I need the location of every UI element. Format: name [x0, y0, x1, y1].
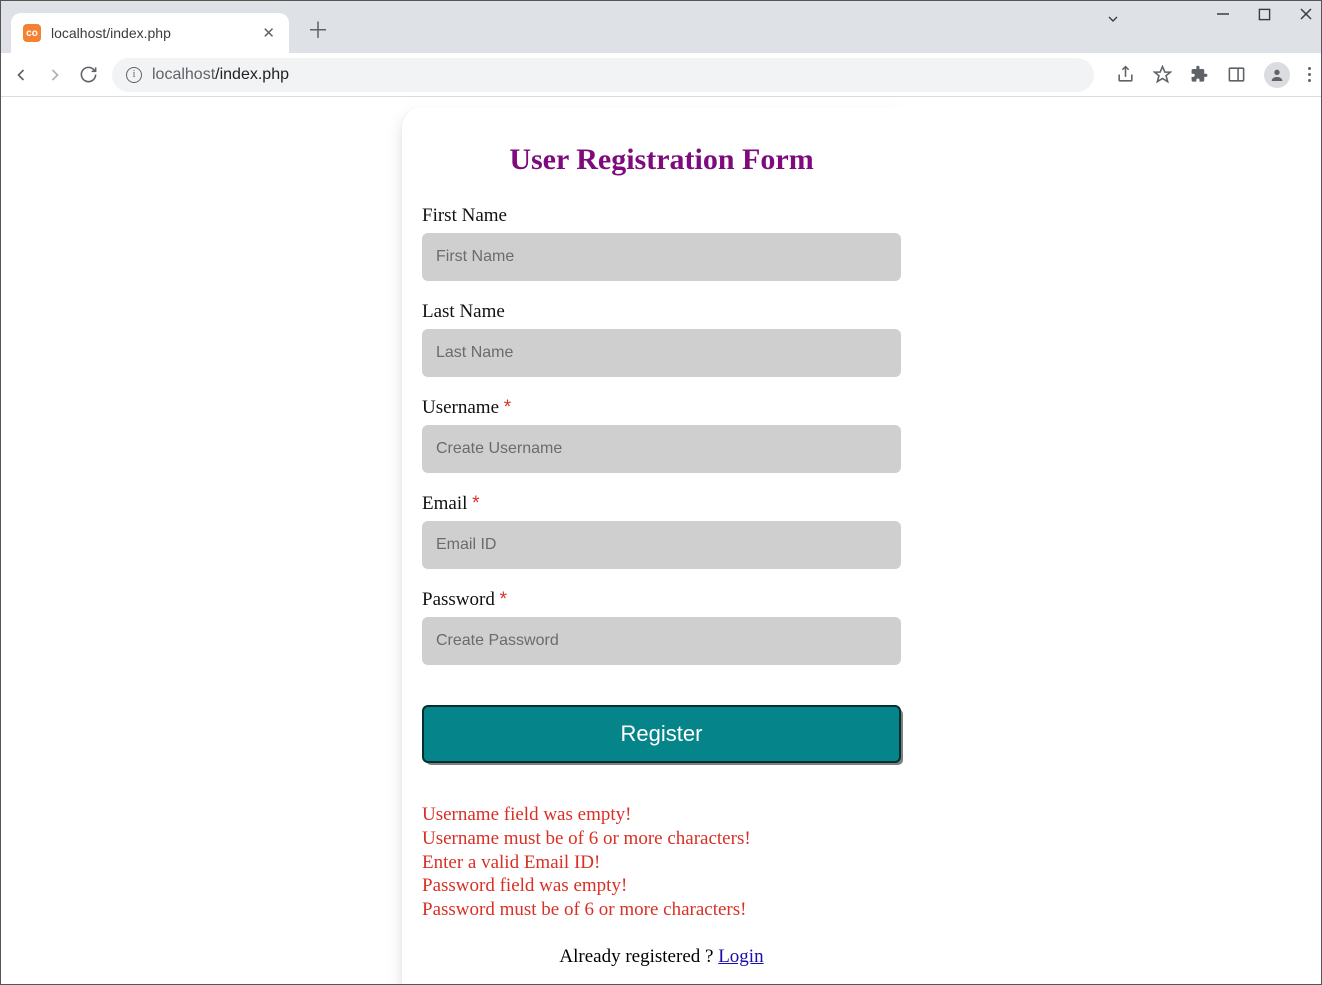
field-first-name: First Name — [422, 205, 901, 281]
error-message: Password must be of 6 or more characters… — [422, 898, 901, 922]
browser-tab-title: localhost/index.php — [51, 25, 260, 41]
first-name-label: First Name — [422, 205, 901, 227]
username-input[interactable] — [422, 425, 901, 473]
field-last-name: Last Name — [422, 301, 901, 377]
minimize-window-icon[interactable] — [1216, 7, 1230, 21]
first-name-input[interactable] — [422, 233, 901, 281]
extensions-puzzle-icon[interactable] — [1190, 65, 1209, 84]
tab-search-chevron-icon[interactable] — [1105, 11, 1121, 27]
register-button[interactable]: Register — [422, 705, 901, 763]
login-prompt: Already registered ? Login — [422, 946, 901, 968]
field-email: Email * — [422, 493, 901, 569]
password-input[interactable] — [422, 617, 901, 665]
site-info-icon[interactable]: i — [126, 67, 142, 83]
bookmark-star-icon[interactable] — [1153, 65, 1172, 84]
form-title: User Registration Form — [422, 143, 901, 177]
last-name-input[interactable] — [422, 329, 901, 377]
toolbar-right-icons — [1116, 62, 1311, 88]
browser-toolbar: i localhost/index.php — [1, 53, 1321, 97]
error-list: Username field was empty! Username must … — [422, 803, 901, 922]
error-message: Password field was empty! — [422, 874, 901, 898]
url-host: localhost — [152, 66, 215, 83]
error-message: Enter a valid Email ID! — [422, 851, 901, 875]
required-marker: * — [472, 493, 479, 514]
back-button-icon[interactable] — [11, 65, 31, 85]
error-message: Username must be of 6 or more characters… — [422, 827, 901, 851]
required-marker: * — [504, 397, 511, 418]
kebab-menu-icon[interactable] — [1308, 67, 1311, 82]
profile-avatar-icon[interactable] — [1264, 62, 1290, 88]
last-name-label: Last Name — [422, 301, 901, 323]
email-label: Email * — [422, 493, 901, 515]
page-viewport: User Registration Form First Name Last N… — [1, 97, 1321, 984]
window-controls — [1216, 7, 1313, 21]
required-marker: * — [500, 589, 507, 610]
browser-tab-active[interactable]: co localhost/index.php ✕ — [11, 13, 289, 53]
maximize-window-icon[interactable] — [1258, 8, 1271, 21]
browser-tab-strip: co localhost/index.php ✕ ＋ — [1, 1, 1321, 53]
login-link[interactable]: Login — [718, 946, 763, 967]
registration-card: User Registration Form First Name Last N… — [401, 107, 921, 984]
side-panel-icon[interactable] — [1227, 65, 1246, 84]
address-bar[interactable]: i localhost/index.php — [112, 58, 1094, 92]
close-window-icon[interactable] — [1299, 7, 1313, 21]
url-path: /index.php — [215, 66, 289, 83]
reload-button-icon[interactable] — [79, 65, 98, 84]
url-text: localhost/index.php — [152, 66, 289, 84]
field-username: Username * — [422, 397, 901, 473]
email-input[interactable] — [422, 521, 901, 569]
new-tab-button[interactable]: ＋ — [307, 13, 329, 45]
close-tab-icon[interactable]: ✕ — [260, 24, 277, 42]
error-message: Username field was empty! — [422, 803, 901, 827]
password-label: Password * — [422, 589, 901, 611]
login-prompt-text: Already registered ? — [559, 946, 718, 967]
forward-button-icon[interactable] — [45, 65, 65, 85]
username-label: Username * — [422, 397, 901, 419]
username-label-text: Username — [422, 397, 499, 418]
field-password: Password * — [422, 589, 901, 665]
password-label-text: Password — [422, 589, 495, 610]
xampp-favicon-icon: co — [23, 24, 41, 42]
share-icon[interactable] — [1116, 65, 1135, 84]
email-label-text: Email — [422, 493, 467, 514]
